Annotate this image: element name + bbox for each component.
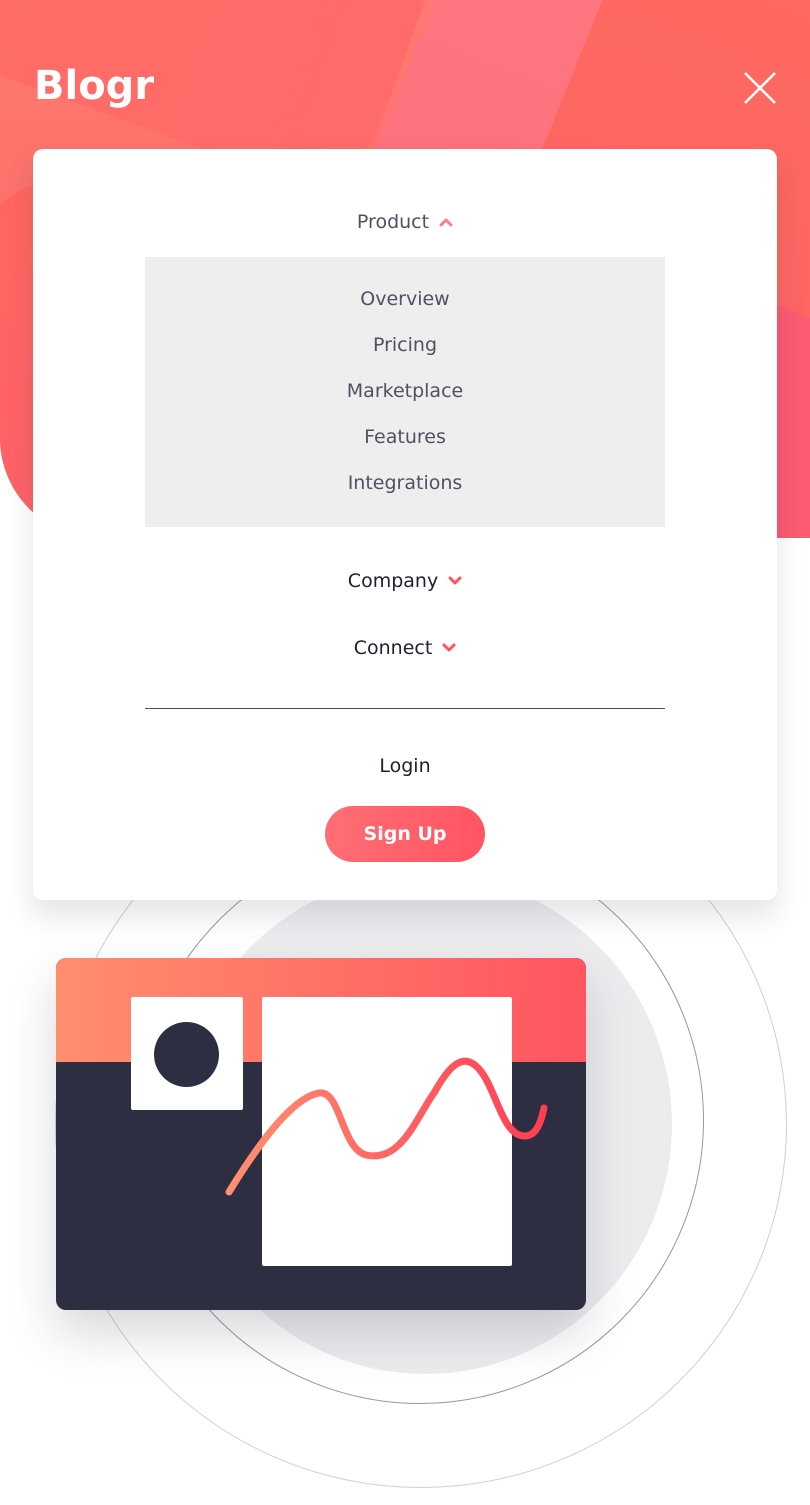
- submenu-item-marketplace[interactable]: Marketplace: [145, 375, 665, 407]
- close-icon: [744, 72, 776, 104]
- nav-company-toggle[interactable]: Company: [33, 561, 777, 601]
- submenu-item-pricing[interactable]: Pricing: [145, 329, 665, 361]
- submenu-item-integrations[interactable]: Integrations: [145, 467, 665, 499]
- submenu-item-features[interactable]: Features: [145, 421, 665, 453]
- nav-product-label: Product: [356, 211, 430, 233]
- chevron-up-icon: [439, 218, 453, 227]
- mobile-nav-menu: Product Overview Pricing Marketplace Fea…: [33, 149, 777, 900]
- nav-connect-label: Connect: [353, 637, 433, 659]
- menu-divider: [145, 708, 665, 709]
- nav-product-toggle[interactable]: Product: [33, 202, 777, 242]
- chevron-down-icon: [442, 643, 456, 652]
- logo[interactable]: Blogr: [34, 60, 154, 112]
- submenu-item-overview[interactable]: Overview: [145, 283, 665, 315]
- sign-up-button[interactable]: Sign Up: [325, 806, 485, 862]
- nav-company-label: Company: [347, 570, 439, 592]
- nav-connect-toggle[interactable]: Connect: [33, 628, 777, 668]
- illustration-wave-line: [225, 1057, 548, 1196]
- product-submenu: Overview Pricing Marketplace Features In…: [145, 257, 665, 527]
- chevron-down-icon: [448, 576, 462, 585]
- close-menu-button[interactable]: [742, 70, 778, 106]
- login-link[interactable]: Login: [33, 750, 777, 782]
